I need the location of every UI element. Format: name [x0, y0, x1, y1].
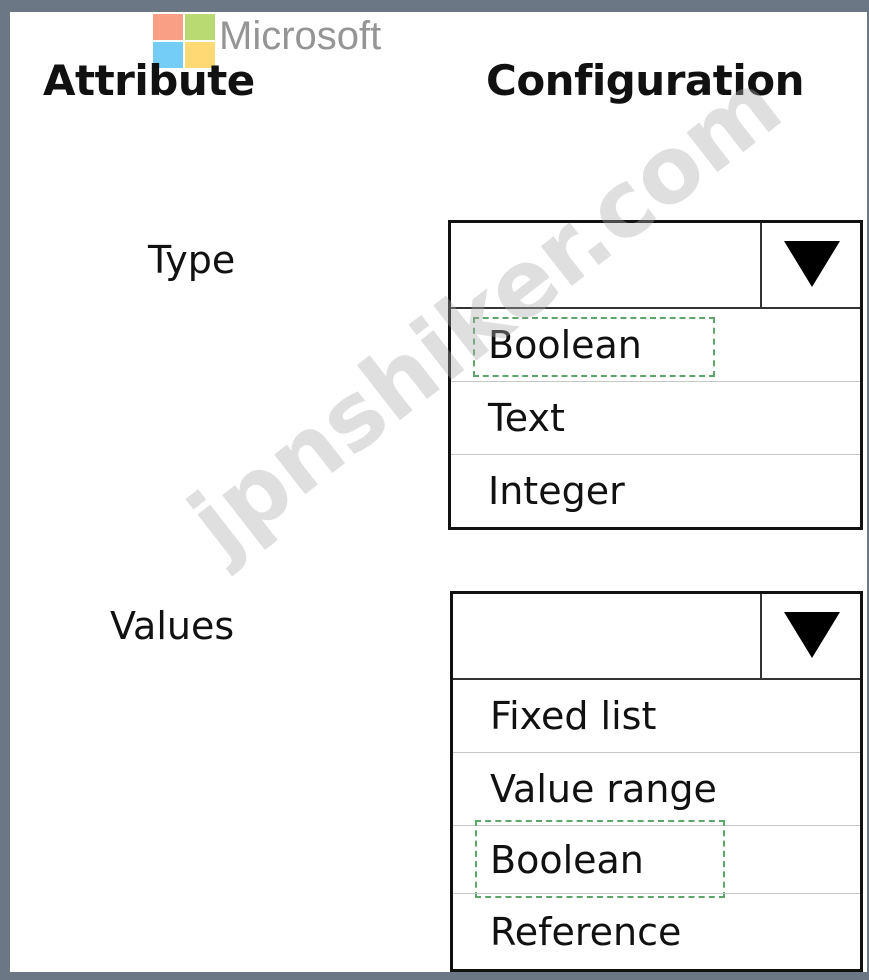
values-label: Values: [110, 604, 235, 648]
values-dropdown-header[interactable]: [453, 594, 860, 680]
values-option-label: Value range: [490, 767, 717, 811]
type-option-integer[interactable]: Integer: [451, 454, 860, 527]
values-dropdown-toggle[interactable]: [760, 594, 860, 678]
attribute-header: Attribute: [43, 56, 255, 105]
values-option-reference[interactable]: Reference: [453, 893, 860, 969]
answer-area: Microsoft Attribute Configuration Type B…: [10, 12, 867, 972]
logo-red-square: [153, 14, 183, 40]
values-option-value-range[interactable]: Value range: [453, 752, 860, 825]
values-option-label: Boolean: [490, 838, 644, 882]
type-option-label: Integer: [488, 469, 625, 513]
type-label: Type: [148, 238, 236, 282]
values-dropdown[interactable]: Fixed list Value range Boolean Reference: [450, 591, 863, 972]
type-option-label: Text: [488, 396, 565, 440]
logo-label: Microsoft: [219, 14, 382, 58]
values-option-boolean[interactable]: Boolean: [453, 820, 860, 898]
values-option-label: Fixed list: [490, 694, 657, 738]
type-option-text[interactable]: Text: [451, 381, 860, 454]
values-option-fixed-list[interactable]: Fixed list: [453, 680, 860, 752]
dropdown-arrow-icon: [784, 241, 840, 287]
logo-green-square: [185, 14, 215, 40]
dropdown-arrow-icon: [784, 612, 840, 658]
values-option-label: Reference: [490, 910, 682, 954]
type-dropdown-toggle[interactable]: [760, 223, 860, 307]
